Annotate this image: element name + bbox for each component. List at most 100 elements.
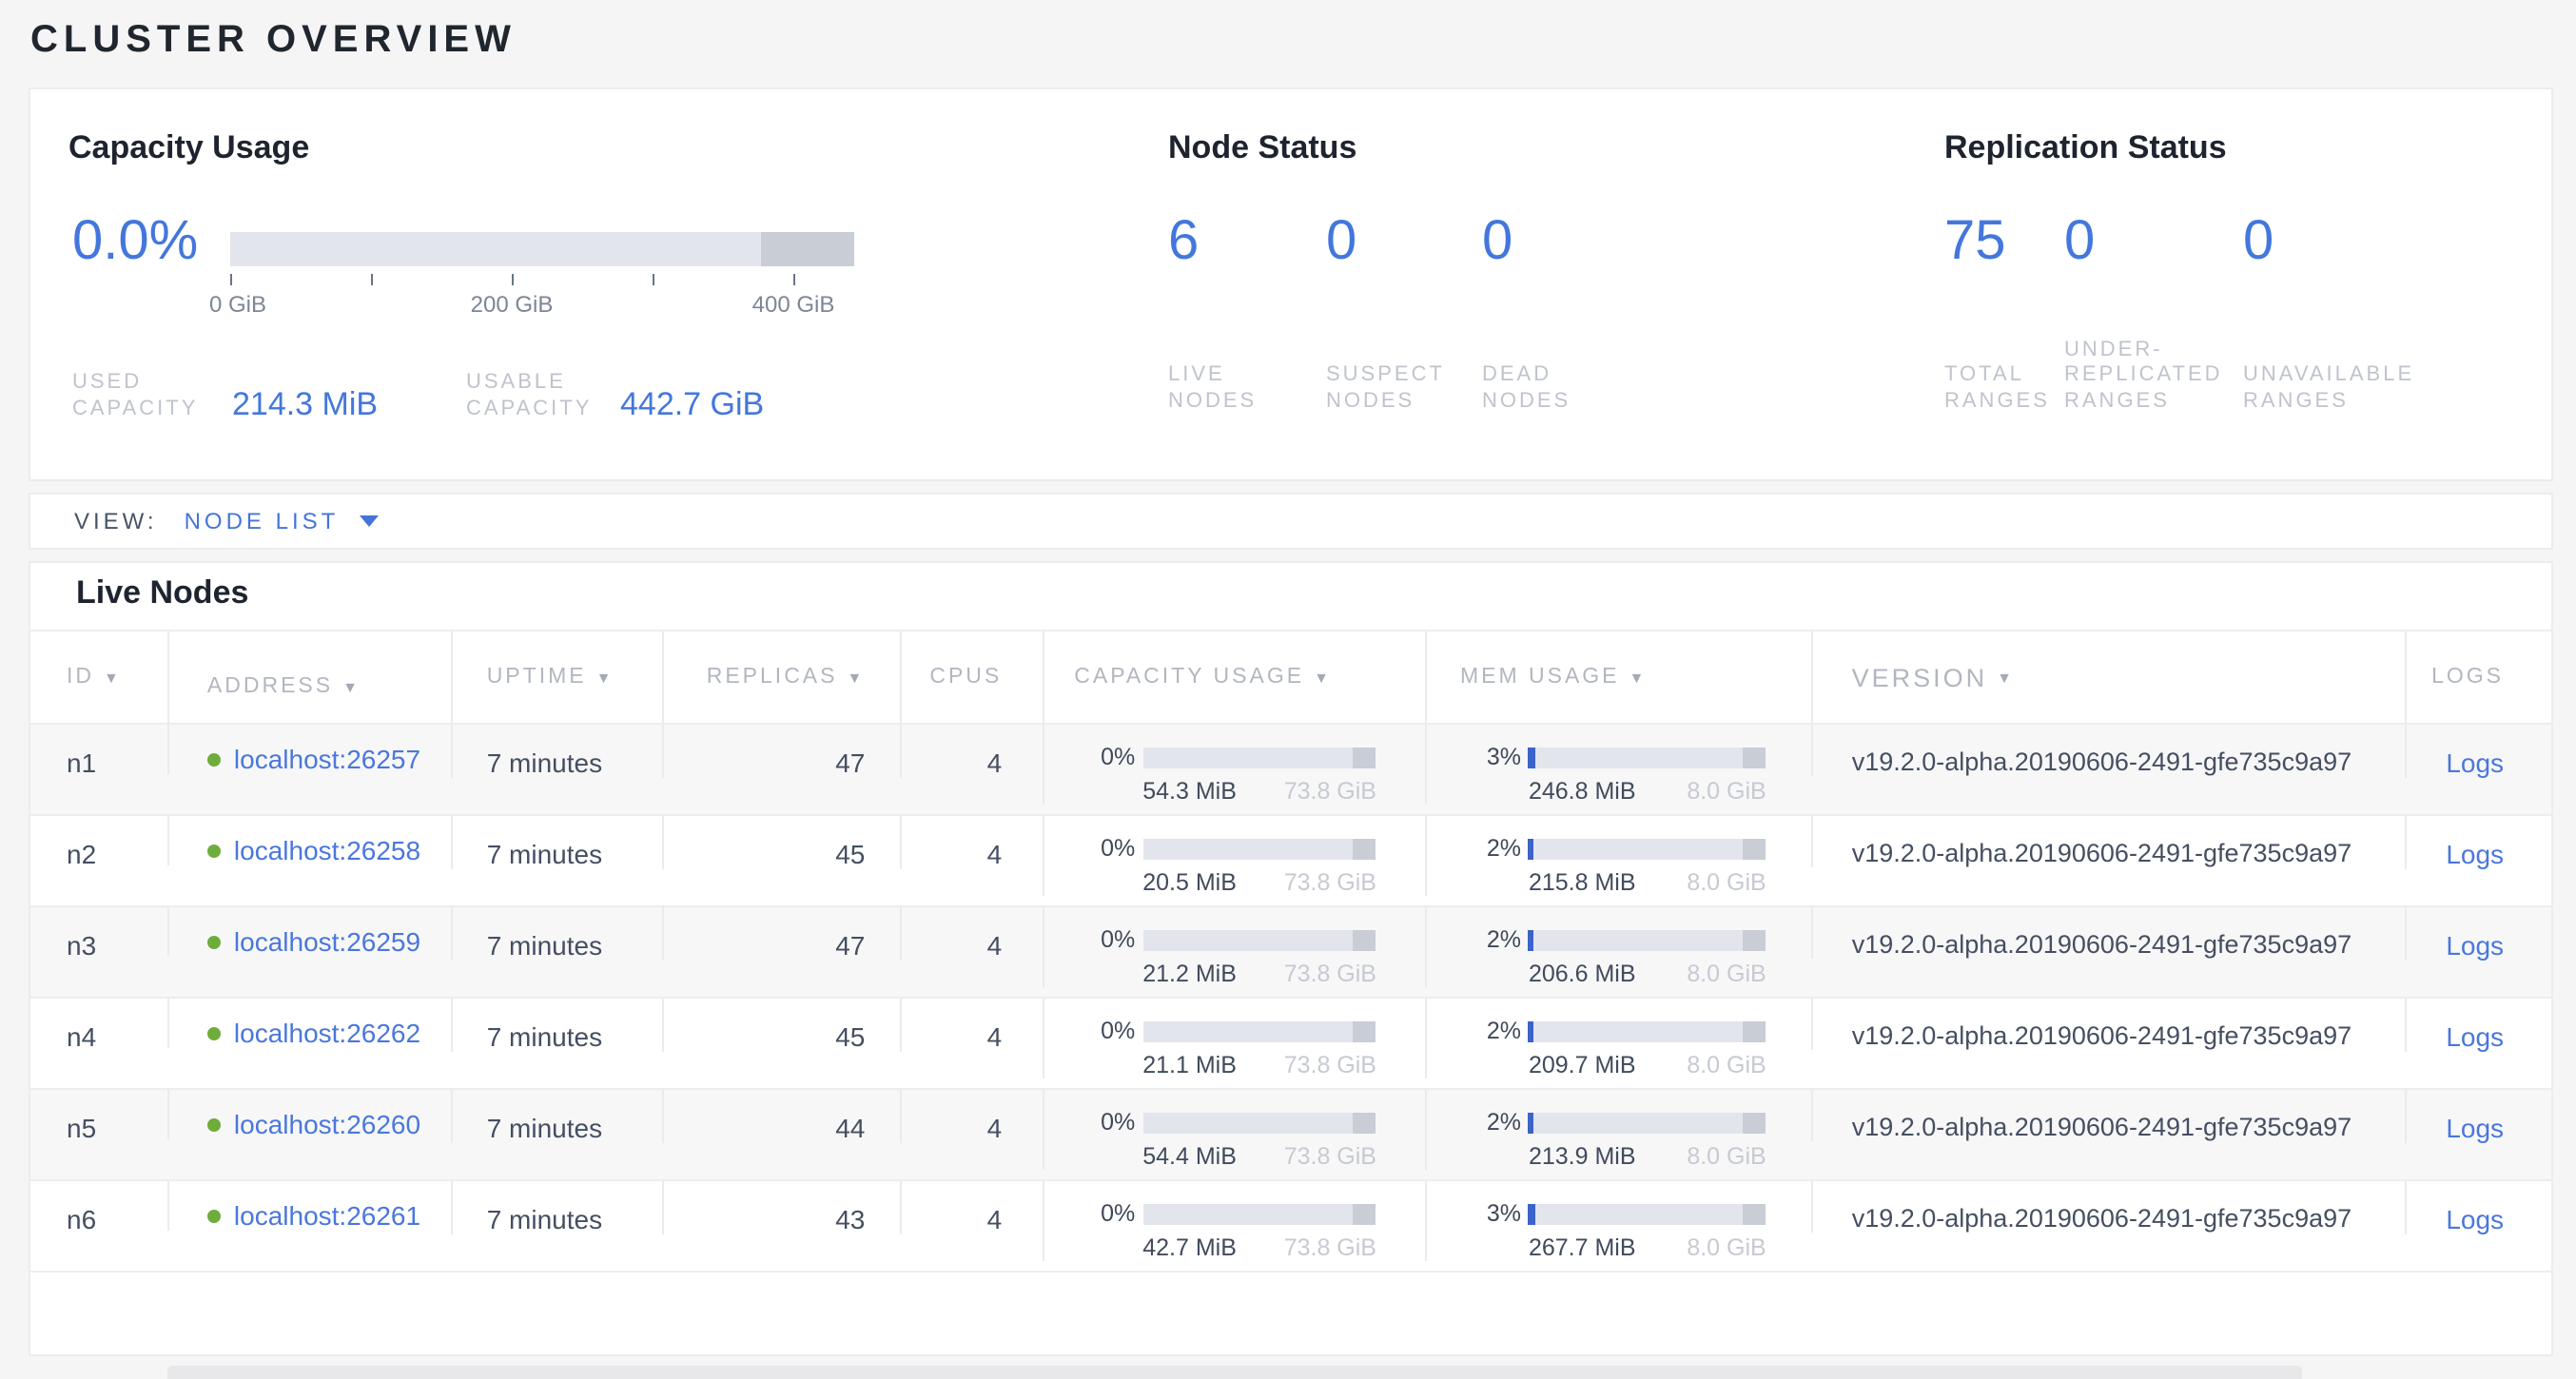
column-header-mem-usage[interactable]: MEM USAGE▼ (1426, 631, 1812, 723)
node-live-status-icon (207, 752, 221, 766)
logs-link[interactable]: Logs (2446, 748, 2504, 778)
replication-status-section: Replication Status 75 TOTAL RANGES 0 UND… (1944, 89, 2515, 479)
node-cpus: 4 (899, 725, 1042, 778)
axis-tick (230, 274, 232, 285)
mem-bar (1529, 1203, 1766, 1224)
mem-percent: 2% (1460, 1109, 1521, 1136)
unavailable-ranges-label: UNAVAILABLE RANGES (2243, 363, 2414, 415)
logs-link[interactable]: Logs (2446, 1204, 2504, 1234)
node-address-link[interactable]: localhost:26259 (234, 926, 420, 957)
capacity-bar-reserved (1353, 838, 1376, 859)
page-title: CLUSTER OVERVIEW (30, 19, 517, 63)
node-replicas: 45 (662, 999, 900, 1052)
suspect-nodes-stat: 0 SUSPECT NODES (1326, 211, 1482, 415)
mem-bar-reserved (1743, 747, 1766, 767)
live-nodes-value: 6 (1168, 211, 1326, 272)
mem-used-value: 267.7 MiB (1529, 1234, 1636, 1261)
node-live-status-icon (207, 1117, 221, 1131)
unavailable-ranges-value: 0 (2243, 211, 2414, 272)
column-header-id[interactable]: ID▼ (30, 631, 167, 723)
capacity-gauge-bar (230, 232, 854, 266)
node-address-cell: localhost:26260 (167, 1090, 451, 1139)
table-row: n1 localhost:26257 7 minutes 47 4 0% 54.… (30, 725, 2551, 816)
capacity-usage-cell: 0% 21.2 MiB73.8 GiB (1042, 907, 1426, 987)
table-row: n2 localhost:26258 7 minutes 45 4 0% 20.… (30, 816, 2551, 907)
mem-bar-fill (1529, 1203, 1535, 1224)
table-row: n3 localhost:26259 7 minutes 47 4 0% 21.… (30, 907, 2551, 999)
node-address-link[interactable]: localhost:26260 (234, 1109, 420, 1139)
logs-link[interactable]: Logs (2446, 839, 2504, 869)
node-uptime: 7 minutes (451, 816, 662, 869)
node-replicas: 44 (662, 1090, 900, 1143)
column-header-uptime[interactable]: UPTIME▼ (451, 631, 662, 723)
mem-bar-fill (1529, 747, 1535, 767)
mem-max-value: 8.0 GiB (1687, 1052, 1766, 1078)
logs-link[interactable]: Logs (2446, 930, 2504, 961)
node-replicas: 45 (662, 816, 900, 869)
capacity-percent: 0% (1074, 1109, 1135, 1136)
node-address-link[interactable]: localhost:26257 (234, 744, 420, 774)
node-address-link[interactable]: localhost:26261 (234, 1200, 420, 1231)
cluster-summary-card: Capacity Usage 0.0% 0 GiB 200 GiB 400 Gi… (29, 87, 2553, 481)
column-header-replicas[interactable]: REPLICAS▼ (662, 631, 900, 723)
node-version: v19.2.0-alpha.20190606-2491-gfe735c9a97 (1812, 999, 2405, 1050)
capacity-bar (1142, 1203, 1376, 1224)
capacity-used-value: 54.3 MiB (1142, 778, 1237, 805)
column-header-cpus[interactable]: CPUS (899, 631, 1042, 723)
capacity-bar (1142, 747, 1376, 767)
axis-tick (653, 274, 654, 285)
node-status-heading: Node Status (1168, 127, 1356, 169)
capacity-bar (1142, 929, 1376, 950)
capacity-usage-cell: 0% 21.1 MiB73.8 GiB (1042, 999, 1426, 1078)
column-header-address[interactable]: ADDRESS▼ (167, 631, 451, 723)
replication-status-heading: Replication Status (1944, 127, 2227, 169)
logs-cell: Logs (2405, 907, 2551, 961)
node-uptime: 7 minutes (451, 725, 662, 778)
node-address-cell: localhost:26258 (167, 816, 451, 865)
mem-bar-fill (1529, 1020, 1533, 1041)
mem-bar (1529, 1112, 1766, 1133)
used-capacity-value: 214.3 MiB (232, 386, 466, 422)
capacity-percent: 0% (1074, 835, 1135, 862)
mem-used-value: 246.8 MiB (1529, 778, 1636, 805)
column-header-version[interactable]: VERSION▼ (1812, 631, 2406, 723)
view-dropdown-value[interactable]: NODE LIST (185, 508, 340, 534)
view-selector-bar: VIEW: NODE LIST (29, 493, 2553, 550)
view-dropdown[interactable]: NODE LIST (185, 508, 380, 534)
sort-arrow-icon: ▼ (596, 669, 615, 686)
table-row: n4 localhost:26262 7 minutes 45 4 0% 21.… (30, 999, 2551, 1090)
node-version: v19.2.0-alpha.20190606-2491-gfe735c9a97 (1812, 816, 2405, 867)
node-id: n4 (30, 999, 167, 1052)
mem-max-value: 8.0 GiB (1687, 869, 1766, 896)
capacity-usage-cell: 0% 54.4 MiB73.8 GiB (1042, 1090, 1426, 1170)
node-live-status-icon (207, 1209, 221, 1222)
mem-bar (1529, 1020, 1766, 1041)
node-id: n1 (30, 725, 167, 778)
logs-link[interactable]: Logs (2446, 1113, 2504, 1143)
under-replicated-stat: 0 UNDER- REPLICATED RANGES (2064, 211, 2243, 415)
capacity-gauge-reserved-segment (761, 232, 854, 266)
mem-max-value: 8.0 GiB (1687, 778, 1766, 805)
node-cpus: 4 (899, 1090, 1042, 1143)
node-address-link[interactable]: localhost:26258 (234, 835, 420, 865)
node-cpus: 4 (899, 907, 1042, 961)
axis-tick-label: 200 GiB (455, 291, 569, 318)
chevron-down-icon (360, 515, 379, 527)
capacity-bar (1142, 838, 1376, 859)
mem-bar-reserved (1743, 1020, 1766, 1041)
mem-bar (1529, 838, 1766, 859)
node-replicas: 47 (662, 907, 900, 961)
node-uptime: 7 minutes (451, 1090, 662, 1143)
node-address-cell: localhost:26261 (167, 1181, 451, 1231)
axis-tick-label: 400 GiB (736, 291, 850, 318)
node-address-link[interactable]: localhost:26262 (234, 1018, 420, 1048)
mem-usage-cell: 2% 213.9 MiB8.0 GiB (1426, 1090, 1812, 1170)
capacity-percent: 0% (1074, 926, 1135, 953)
dead-nodes-label: DEAD NODES (1482, 363, 1571, 415)
table-row: n6 localhost:26261 7 minutes 43 4 0% 42.… (30, 1181, 2551, 1272)
column-header-capacity-usage[interactable]: CAPACITY USAGE▼ (1042, 631, 1426, 723)
node-cpus: 4 (899, 1181, 1042, 1234)
mem-bar-reserved (1743, 838, 1766, 859)
node-uptime: 7 minutes (451, 999, 662, 1052)
logs-link[interactable]: Logs (2446, 1021, 2504, 1052)
